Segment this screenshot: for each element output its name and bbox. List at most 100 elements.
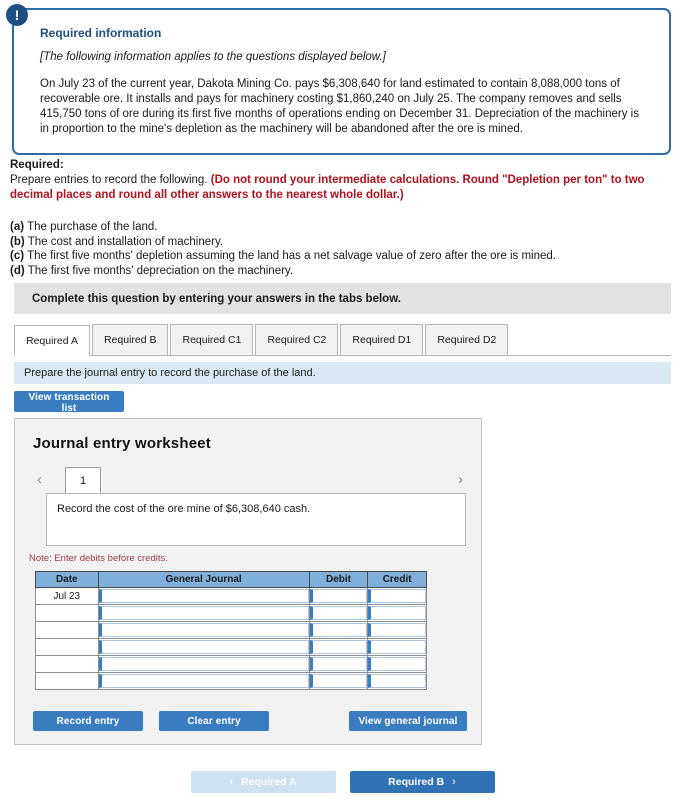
chevron-right-icon: ›: [452, 776, 456, 788]
complete-question-bar: Complete this question by entering your …: [14, 283, 671, 314]
cell-credit[interactable]: [367, 621, 427, 639]
cell-credit[interactable]: [367, 672, 427, 690]
cell-general-journal[interactable]: [97, 655, 310, 673]
required-item: (a) The purchase of the land.: [10, 220, 670, 235]
general-journal-input[interactable]: [98, 657, 309, 671]
chevron-left-icon[interactable]: ‹: [37, 467, 42, 493]
credit-input[interactable]: [368, 623, 426, 637]
required-information-box: Required information [The following info…: [12, 8, 671, 155]
cell-debit[interactable]: [308, 621, 369, 639]
cell-debit[interactable]: [308, 638, 369, 656]
view-transaction-list-button[interactable]: View transaction list: [14, 391, 124, 414]
complete-question-text: Complete this question by entering your …: [32, 292, 401, 305]
general-journal-input[interactable]: [98, 589, 309, 603]
required-lead-line: Prepare entries to record the following.…: [10, 173, 670, 203]
tab-required-c2[interactable]: Required C2: [255, 324, 339, 355]
tab-required-d2[interactable]: Required D2: [425, 324, 509, 355]
credit-input[interactable]: [368, 589, 426, 603]
required-item: (b) The cost and installation of machine…: [10, 235, 670, 250]
tab-required-b[interactable]: Required B: [91, 324, 169, 355]
cell-debit[interactable]: [308, 587, 369, 605]
table-row: [35, 672, 427, 690]
cell-date[interactable]: Jul 23: [35, 587, 99, 605]
cell-general-journal[interactable]: [97, 672, 310, 690]
cell-general-journal[interactable]: [97, 638, 310, 656]
credit-input[interactable]: [368, 640, 426, 654]
worksheet-description: Record the cost of the ore mine of $6,30…: [46, 493, 466, 546]
tab-prompt-bar: Prepare the journal entry to record the …: [14, 362, 671, 384]
cell-debit[interactable]: [308, 655, 369, 673]
tab-required-a[interactable]: Required A: [14, 325, 90, 356]
debit-input[interactable]: [309, 640, 368, 654]
worksheet-note: Note: Enter debits before credits.: [29, 553, 168, 564]
table-row: [35, 621, 427, 639]
cell-date[interactable]: [35, 638, 99, 656]
tab-required-d1[interactable]: Required D1: [340, 324, 424, 355]
general-journal-input[interactable]: [98, 674, 309, 688]
required-item: (c) The first five months' depletion ass…: [10, 249, 670, 264]
column-header-general-journal: General Journal: [97, 571, 310, 588]
worksheet-pager: ‹ 1 ›: [15, 467, 483, 494]
required-information-callout: ! Required information [The following in…: [6, 4, 671, 155]
cell-date[interactable]: [35, 621, 99, 639]
worksheet-title: Journal entry worksheet: [33, 435, 211, 452]
cell-credit[interactable]: [367, 604, 427, 622]
required-label: Required:: [10, 159, 64, 171]
journal-entry-table: Date General Journal Debit Credit Jul 23: [35, 571, 427, 690]
table-row: Jul 23: [35, 587, 427, 605]
prev-requirement-button[interactable]: ‹ Required A: [190, 771, 336, 793]
required-information-title: Required information: [40, 26, 162, 40]
general-journal-input[interactable]: [98, 623, 309, 637]
required-item-marker: (a): [10, 221, 25, 233]
column-header-credit: Credit: [367, 571, 427, 588]
cell-general-journal[interactable]: [97, 587, 310, 605]
clear-entry-button[interactable]: Clear entry: [159, 711, 269, 731]
cell-general-journal[interactable]: [97, 621, 310, 639]
cell-date[interactable]: [35, 672, 99, 690]
next-requirement-label: Required B: [388, 776, 445, 788]
requirement-tabs: Required A Required B Required C1 Requir…: [14, 323, 671, 356]
chevron-right-icon[interactable]: ›: [458, 467, 463, 493]
cell-date[interactable]: [35, 604, 99, 622]
debit-input[interactable]: [309, 657, 368, 671]
table-row: [35, 638, 427, 656]
credit-input[interactable]: [368, 657, 426, 671]
debit-input[interactable]: [309, 623, 368, 637]
cell-credit[interactable]: [367, 638, 427, 656]
credit-input[interactable]: [368, 606, 426, 620]
required-block: Required: Prepare entries to record the …: [10, 158, 670, 278]
cell-credit[interactable]: [367, 655, 427, 673]
required-item-text: The first five months' depreciation on t…: [27, 264, 294, 277]
worksheet-page-tab-1[interactable]: 1: [65, 467, 101, 494]
tab-required-c1[interactable]: Required C1: [170, 324, 254, 355]
debit-input[interactable]: [309, 589, 368, 603]
cell-debit[interactable]: [308, 672, 369, 690]
required-item-marker: (b): [10, 235, 25, 248]
journal-entry-worksheet-panel: Journal entry worksheet ‹ 1 › Record the…: [14, 418, 482, 745]
required-item-text: The purchase of the land.: [27, 221, 158, 233]
debit-input[interactable]: [309, 674, 368, 688]
required-item-text: The cost and installation of machinery.: [27, 235, 224, 248]
table-row: [35, 655, 427, 673]
general-journal-input[interactable]: [98, 606, 309, 620]
debit-input[interactable]: [309, 606, 368, 620]
record-entry-button[interactable]: Record entry: [33, 711, 143, 731]
column-header-debit: Debit: [308, 571, 369, 588]
column-header-date: Date: [35, 571, 99, 588]
required-item-marker: (c): [10, 250, 25, 262]
cell-debit[interactable]: [308, 604, 369, 622]
general-journal-input[interactable]: [98, 640, 309, 654]
required-lead-text: Prepare entries to record the following.: [10, 174, 208, 186]
credit-input[interactable]: [368, 674, 426, 688]
table-header-row: Date General Journal Debit Credit: [35, 571, 427, 588]
cell-general-journal[interactable]: [97, 604, 310, 622]
required-item: (d) The first five months' depreciation …: [10, 264, 670, 279]
view-general-journal-button[interactable]: View general journal: [349, 711, 467, 731]
next-requirement-button[interactable]: Required B ›: [349, 771, 495, 793]
required-item-marker: (d): [10, 264, 25, 277]
chevron-left-icon: ‹: [229, 776, 234, 788]
bottom-navigation: ‹ Required A Required B ›: [0, 771, 685, 793]
required-information-subtitle: [The following information applies to th…: [40, 51, 386, 63]
cell-date[interactable]: [35, 655, 99, 673]
cell-credit[interactable]: [367, 587, 427, 605]
